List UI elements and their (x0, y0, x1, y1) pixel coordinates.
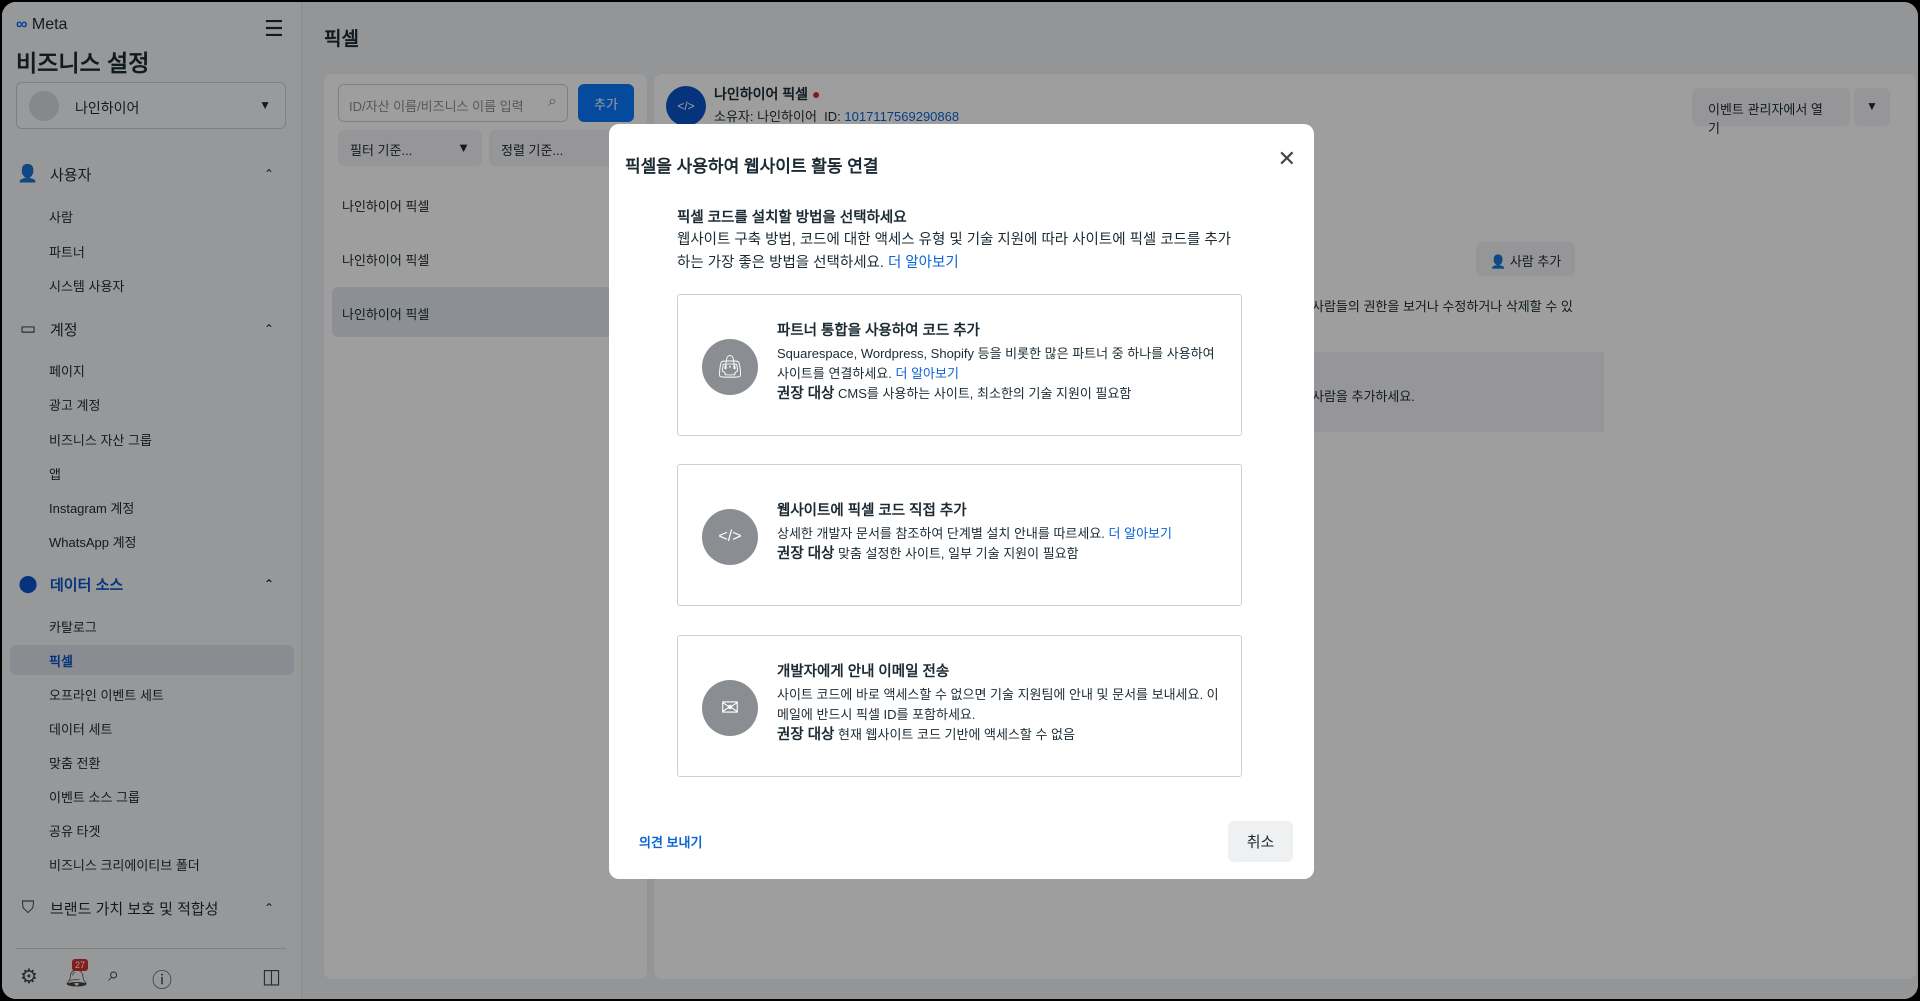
dialog-heading: 픽셀 코드를 설치할 방법을 선택하세요 (677, 210, 907, 226)
option-partner-integration[interactable]: 👜︎ 파트너 통합을 사용하여 코드 추가 Squarespace, Wordp… (677, 294, 1242, 436)
cancel-button[interactable]: 취소 (1228, 821, 1293, 862)
rec-text: CMS를 사용하는 사이트, 최소한의 기술 지원이 필요함 (838, 386, 1132, 401)
option-desc: 사이트 코드에 바로 액세스할 수 없으면 기술 지원팀에 안내 및 문서를 보… (777, 687, 1219, 722)
option-email-developer[interactable]: ✉ 개발자에게 안내 이메일 전송 사이트 코드에 바로 액세스할 수 없으면 … (677, 635, 1242, 777)
close-icon[interactable]: ✕ (1278, 146, 1296, 172)
connect-website-dialog: 픽셀을 사용하여 웹사이트 활동 연결 ✕ 픽셀 코드를 설치할 방법을 선택하… (609, 124, 1314, 879)
dialog-title: 픽셀을 사용하여 웹사이트 활동 연결 (625, 157, 879, 176)
learn-more-link[interactable]: 더 알아보기 (888, 255, 959, 271)
envelope-icon: ✉ (702, 680, 758, 736)
option-title: 웹사이트에 픽셀 코드 직접 추가 (777, 503, 967, 519)
rec-text: 맞춤 설정한 사이트, 일부 기술 지원이 필요함 (838, 546, 1079, 561)
option-title: 파트너 통합을 사용하여 코드 추가 (777, 323, 980, 339)
option-desc: 상세한 개발자 문서를 참조하여 단계별 설치 안내를 따르세요. (777, 526, 1105, 541)
rec-text: 현재 웹사이트 코드 기반에 액세스할 수 없음 (838, 727, 1075, 742)
rec-label: 권장 대상 (777, 727, 835, 743)
learn-more-link[interactable]: 더 알아보기 (896, 366, 959, 381)
rec-label: 권장 대상 (777, 546, 835, 562)
option-title: 개발자에게 안내 이메일 전송 (777, 664, 950, 680)
shopping-bag-icon: 👜︎ (702, 339, 758, 395)
code-icon: </> (702, 509, 758, 565)
option-desc: Squarespace, Wordpress, Shopify 등을 비롯한 많… (777, 346, 1215, 381)
send-feedback-link[interactable]: 의견 보내기 (639, 832, 702, 851)
option-manual-install[interactable]: </> 웹사이트에 픽셀 코드 직접 추가 상세한 개발자 문서를 참조하여 단… (677, 464, 1242, 606)
rec-label: 권장 대상 (777, 386, 835, 402)
learn-more-link[interactable]: 더 알아보기 (1109, 526, 1172, 541)
dialog-description: 웹사이트 구축 방법, 코드에 대한 액세스 유형 및 기술 지원에 따라 사이… (677, 229, 1237, 275)
app-window: ∞ Meta ☰ 비즈니스 설정 나인하이어 ▼ 👤 사용자 ⌃ 사람 파트너 시스템… (2, 2, 1918, 999)
